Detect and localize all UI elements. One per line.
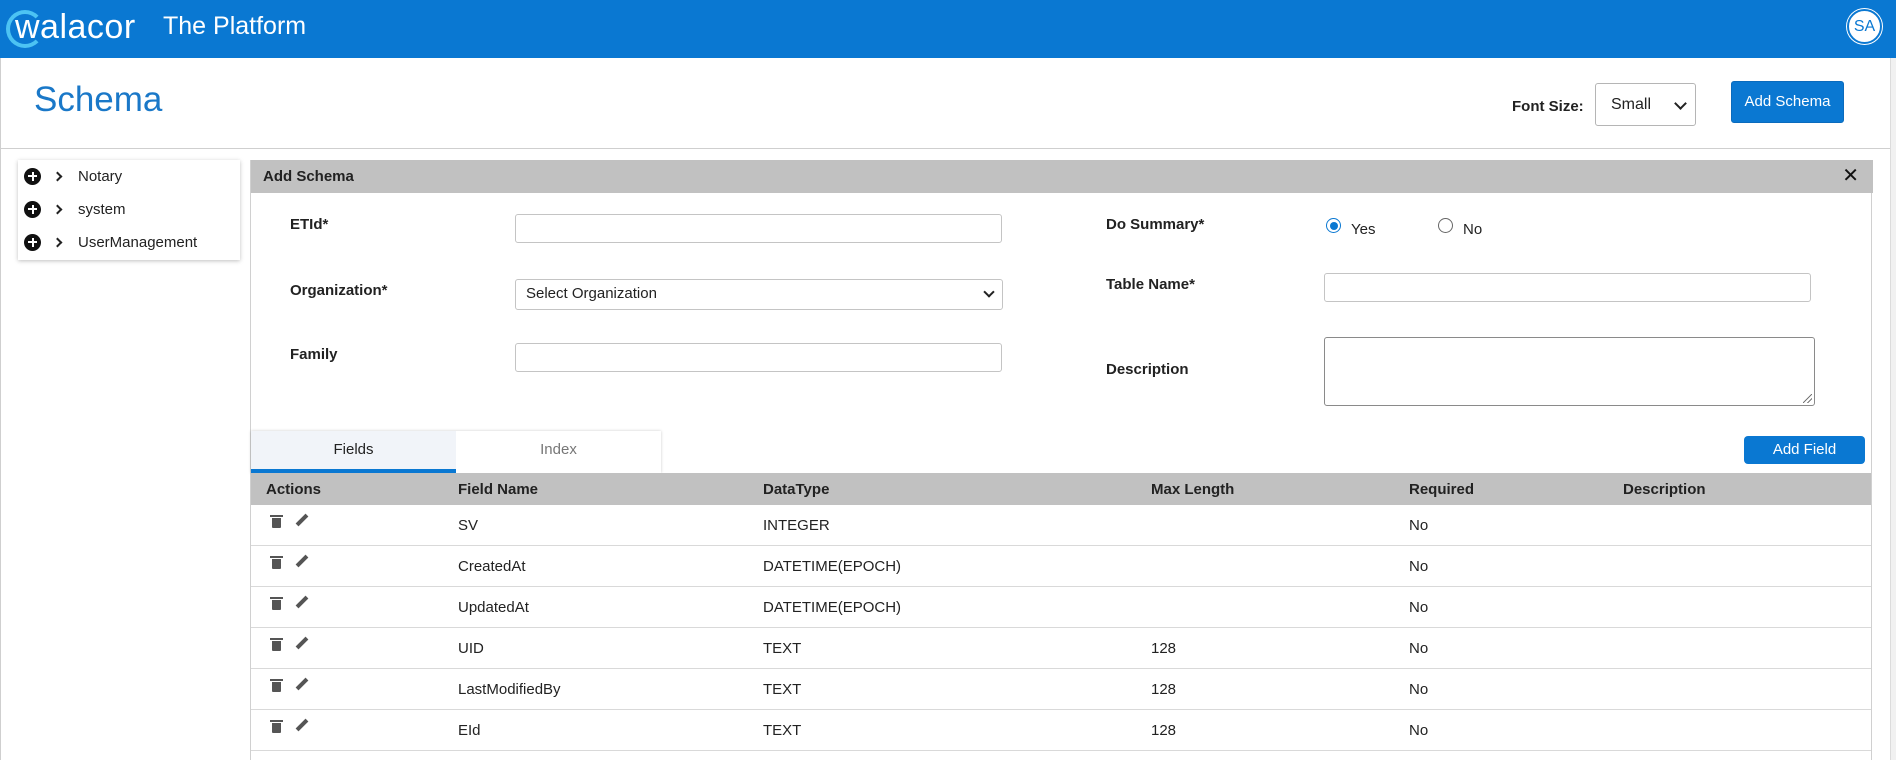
pencil-icon[interactable] [295, 718, 309, 733]
tab-fields[interactable]: Fields [251, 431, 456, 473]
etid-label: ETId* [290, 216, 329, 233]
cell-datatype: DATETIME(EPOCH) [763, 558, 902, 575]
pencil-icon[interactable] [295, 554, 309, 569]
cell-field-name: LastModifiedBy [458, 681, 561, 698]
pencil-icon[interactable] [295, 636, 309, 651]
cell-datatype: TEXT [763, 640, 802, 657]
cell-required: No [1409, 517, 1429, 534]
user-avatar[interactable]: SA [1847, 9, 1882, 44]
tree-item-label: UserManagement [78, 233, 198, 251]
do-summary-no-radio[interactable] [1438, 218, 1453, 233]
tab-index[interactable]: Index [456, 431, 661, 473]
do-summary-yes-label: Yes [1351, 221, 1376, 238]
tree-item-notary[interactable]: Notary [18, 163, 240, 189]
cell-required: No [1409, 558, 1429, 575]
walacor-logo[interactable]: walacor [6, 7, 135, 48]
font-size-label: Font Size: [1512, 98, 1584, 115]
table-row: CreatedAt DATETIME(EPOCH) No [251, 546, 1871, 587]
column-header-required: Required [1409, 481, 1475, 498]
tree-item-system[interactable]: system [18, 196, 240, 222]
family-label: Family [290, 346, 338, 363]
family-field[interactable] [515, 343, 1002, 372]
schema-tabs: Fields Index [251, 431, 661, 473]
left-border [0, 58, 1, 760]
pencil-icon[interactable] [295, 513, 309, 528]
add-schema-panel: Add Schema ✕ ETId* Organization* Select … [250, 160, 1873, 760]
trash-icon[interactable] [270, 515, 283, 529]
do-summary-no-label: No [1463, 221, 1483, 238]
table-row: UID TEXT 128 No [251, 628, 1871, 669]
font-size-select[interactable]: Small [1595, 83, 1696, 126]
plus-circle-icon[interactable] [24, 233, 41, 251]
cell-field-name: SV [458, 517, 479, 534]
trash-icon[interactable] [270, 720, 283, 734]
cell-datatype: TEXT [763, 681, 802, 698]
cell-required: No [1409, 640, 1429, 657]
add-field-button[interactable]: Add Field [1744, 436, 1865, 464]
cell-required: No [1409, 722, 1429, 739]
plus-circle-icon[interactable] [24, 167, 41, 185]
chevron-right-icon[interactable] [52, 204, 63, 214]
etid-field[interactable] [515, 214, 1002, 243]
trash-icon[interactable] [270, 556, 283, 570]
resize-grip-icon[interactable] [1803, 394, 1812, 403]
add-schema-button[interactable]: Add Schema [1731, 81, 1844, 123]
fields-table-header: Actions Field Name DataType Max Length R… [251, 473, 1871, 505]
chevron-down-icon [983, 286, 995, 298]
table-row: SV INTEGER No [251, 505, 1871, 546]
cell-max-length: 128 [1151, 681, 1177, 698]
organization-select-value: Select Organization [526, 285, 657, 302]
panel-header: Add Schema ✕ [251, 160, 1873, 193]
panel-title: Add Schema [263, 168, 354, 185]
plus-circle-icon[interactable] [24, 200, 41, 218]
pencil-icon[interactable] [295, 677, 309, 692]
table-row: UpdatedAt DATETIME(EPOCH) No [251, 587, 1871, 628]
top-app-bar: walacor The Platform SA [0, 0, 1896, 58]
description-textarea[interactable] [1324, 337, 1815, 406]
font-size-value: Small [1611, 96, 1652, 113]
pencil-icon[interactable] [295, 595, 309, 610]
cell-field-name: UpdatedAt [458, 599, 529, 616]
table-name-label: Table Name* [1106, 276, 1195, 293]
vertical-scrollbar[interactable] [1890, 58, 1896, 760]
do-summary-label: Do Summary* [1106, 216, 1205, 233]
tree-item-label: Notary [78, 167, 123, 185]
page-title: Schema [34, 80, 163, 119]
cell-field-name: UID [458, 640, 484, 657]
cell-datatype: INTEGER [763, 517, 830, 534]
cell-max-length: 128 [1151, 640, 1177, 657]
cell-datatype: TEXT [763, 722, 802, 739]
cell-required: No [1409, 681, 1429, 698]
cell-field-name: CreatedAt [458, 558, 526, 575]
chevron-right-icon[interactable] [52, 237, 63, 247]
description-label: Description [1106, 361, 1189, 378]
logo-text: walacor [15, 7, 136, 46]
chevron-down-icon [1674, 97, 1687, 110]
chevron-right-icon[interactable] [52, 171, 63, 181]
cell-field-name: EId [458, 722, 481, 739]
organization-select[interactable]: Select Organization [515, 279, 1003, 310]
cell-max-length: 128 [1151, 722, 1177, 739]
header-divider [0, 148, 1890, 149]
column-header-actions: Actions [266, 481, 322, 498]
table-row: EId TEXT 128 No [251, 710, 1871, 751]
table-row: LastModifiedBy TEXT 128 No [251, 669, 1871, 710]
trash-icon[interactable] [270, 638, 283, 652]
column-header-description: Description [1623, 481, 1706, 498]
organization-label: Organization* [290, 282, 388, 299]
column-header-field-name: Field Name [458, 481, 539, 498]
cell-datatype: DATETIME(EPOCH) [763, 599, 902, 616]
app-title: The Platform [163, 12, 307, 40]
tree-item-label: system [78, 200, 126, 218]
cell-required: No [1409, 599, 1429, 616]
column-header-datatype: DataType [763, 481, 830, 498]
trash-icon[interactable] [270, 597, 283, 611]
close-icon[interactable]: ✕ [1842, 166, 1859, 186]
tree-item-usermanagement[interactable]: UserManagement [18, 229, 240, 255]
table-name-field[interactable] [1324, 273, 1811, 302]
trash-icon[interactable] [270, 679, 283, 693]
do-summary-yes-radio[interactable] [1326, 218, 1341, 233]
column-header-max-length: Max Length [1151, 481, 1235, 498]
schema-tree: Notary system UserManagement [18, 160, 240, 260]
